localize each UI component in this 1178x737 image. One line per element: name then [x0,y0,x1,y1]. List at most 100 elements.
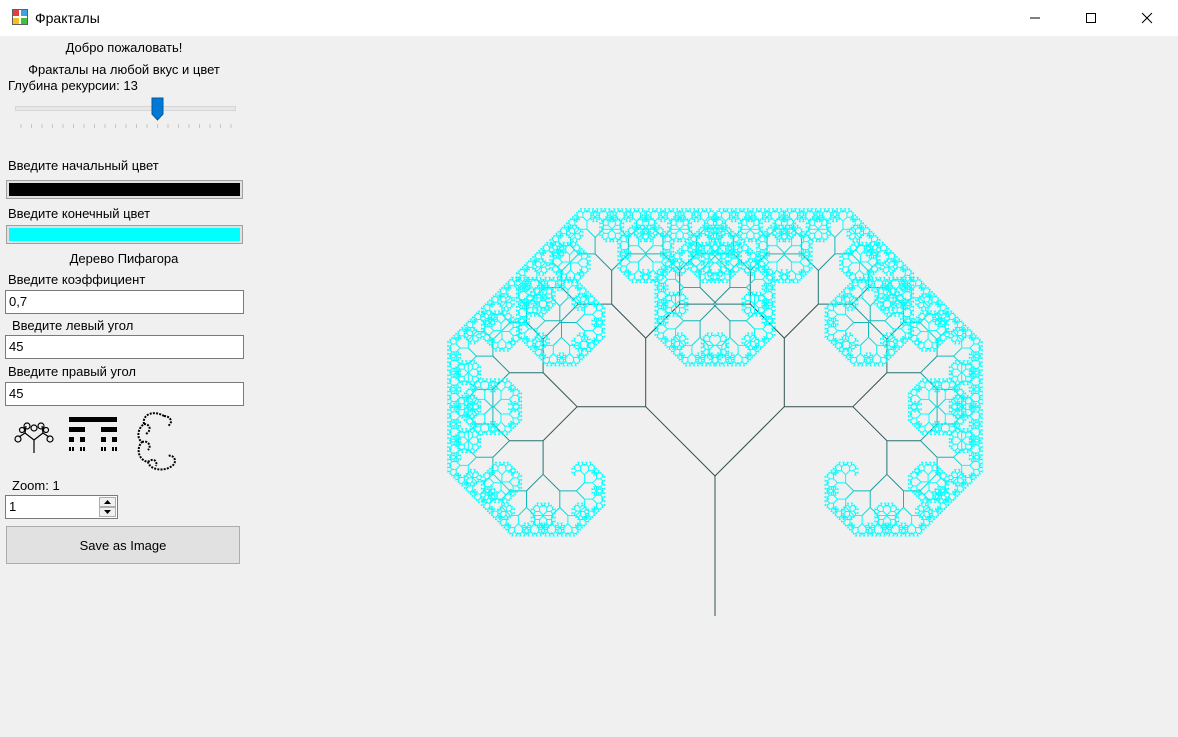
tree-branch [500,509,503,512]
tree-branch [927,338,933,344]
start-color-picker[interactable] [6,180,243,199]
coefficient-input[interactable]: 0,7 [5,290,244,314]
tree-branch [472,331,478,336]
tree-branch [559,507,569,516]
depth-slider-thumb[interactable] [151,97,164,121]
tree-branch [620,247,623,251]
tree-branch [867,257,872,263]
tree-branch [756,294,759,297]
tree-branch [894,519,897,522]
tree-branch [463,430,467,434]
tree-branch [723,258,727,262]
tree-branch [644,253,654,263]
tree-branch [849,231,852,235]
tree-branch [472,471,475,475]
zoom-down-button[interactable] [99,507,116,517]
tree-branch [675,224,681,230]
tree-fractal-icon[interactable] [12,422,56,454]
tree-branch [657,332,660,336]
tree-branch [503,464,507,468]
tree-branch [574,468,577,472]
tree-branch [907,531,910,534]
tree-branch [580,506,585,512]
tree-branch [550,511,553,514]
tree-branch [516,415,520,419]
tree-branch [673,266,677,270]
tree-branch [471,362,475,366]
tree-branch [570,233,575,239]
tree-branch [537,305,540,309]
tree-branch [825,232,829,236]
zoom-stepper[interactable]: 1 [5,495,118,519]
tree-branch [943,494,947,498]
tree-branch [558,257,563,263]
tree-branch [618,230,622,234]
tree-branch [910,415,914,419]
tree-branch [501,322,511,331]
tree-branch [518,281,522,284]
dragon-curve-fractal-icon[interactable] [134,410,180,474]
tree-branch [509,301,513,305]
tree-branch [790,232,794,236]
tree-branch [770,299,773,302]
tree-branch [518,314,522,317]
tree-branch [862,361,865,364]
close-button[interactable] [1120,0,1174,36]
tree-branch [791,269,796,275]
tree-branch [861,285,867,291]
tree-branch [538,270,542,274]
tree-branch [977,401,981,404]
tree-branch [951,475,955,478]
tree-branch [455,343,461,349]
tree-branch [924,381,928,384]
tree-branch [516,475,520,479]
tree-branch [963,430,967,434]
tree-branch [845,470,850,476]
close-icon [1141,12,1153,24]
tree-branch [606,210,610,214]
tree-branch [514,523,519,528]
maximize-button[interactable] [1064,0,1118,36]
tree-branch [496,421,502,427]
tree-branch [841,470,846,476]
tree-branch [807,241,810,245]
tree-branch [516,485,520,489]
tree-branch [496,319,502,324]
save-image-button[interactable]: Save as Image [6,526,240,564]
tree-branch [516,483,520,487]
tree-branch [778,210,782,214]
tree-branch [903,507,912,516]
tree-branch [544,338,548,342]
right-angle-input[interactable]: 45 [5,382,244,406]
tree-branch [927,509,930,512]
tree-branch [569,531,573,534]
tree-branch [679,344,682,348]
tree-branch [581,335,585,338]
depth-slider-track[interactable] [15,106,236,111]
tree-branch [762,324,767,330]
tree-branch [764,257,770,263]
tree-branch [500,299,503,303]
tree-branch [751,236,755,240]
tree-branch [503,296,507,299]
tree-branch [921,296,925,299]
tree-branch [827,484,830,488]
tree-branch [571,361,574,364]
tree-branch [951,434,955,438]
tree-branch [921,346,925,349]
tree-branch [703,256,707,260]
coefficient-label: Введите коэффициент [8,272,146,287]
cantor-fractal-icon[interactable] [67,417,119,459]
tree-branch [746,320,755,330]
tree-branch [469,447,473,451]
tree-branch [923,301,929,307]
tree-branch [475,375,479,379]
tree-branch [770,330,773,334]
end-color-picker[interactable] [6,225,243,244]
tree-branch [592,326,597,331]
left-angle-input[interactable]: 45 [5,335,244,359]
tree-branch [687,353,693,358]
tree-branch [550,291,553,295]
zoom-up-button[interactable] [99,497,116,507]
minimize-button[interactable] [1008,0,1062,36]
